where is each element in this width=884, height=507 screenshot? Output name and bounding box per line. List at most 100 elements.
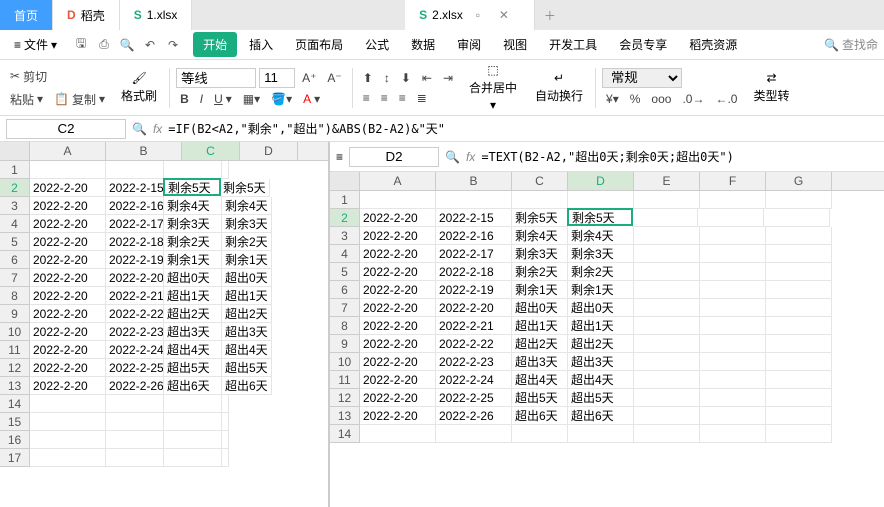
row-header[interactable]: 5 bbox=[330, 263, 360, 281]
cell[interactable]: 超出2天 bbox=[568, 335, 634, 353]
align-mid-icon[interactable]: ↕ bbox=[380, 69, 394, 87]
cell[interactable]: 2022-2-25 bbox=[436, 389, 512, 407]
cell[interactable] bbox=[634, 281, 700, 299]
row-header[interactable]: 13 bbox=[0, 377, 30, 395]
cell[interactable]: 超出3天 bbox=[222, 323, 272, 341]
row-header[interactable]: 9 bbox=[0, 305, 30, 323]
row-header[interactable]: 15 bbox=[0, 413, 30, 431]
cell[interactable]: 2022-2-20 bbox=[360, 209, 436, 227]
cell[interactable]: 2022-2-16 bbox=[106, 197, 164, 215]
type-convert-button[interactable]: ⇄类型转 bbox=[747, 69, 795, 106]
cell[interactable] bbox=[436, 425, 512, 443]
cell[interactable]: 2022-2-18 bbox=[436, 263, 512, 281]
cell[interactable]: 剩余1天 bbox=[512, 281, 568, 299]
cell[interactable]: 超出1天 bbox=[222, 287, 272, 305]
cell[interactable] bbox=[766, 227, 832, 245]
cell[interactable]: 超出4天 bbox=[512, 371, 568, 389]
tab-close-icon[interactable]: ✕ bbox=[494, 5, 514, 25]
cell[interactable]: 2022-2-20 bbox=[30, 287, 106, 305]
col-header[interactable]: A bbox=[360, 172, 436, 190]
menu-icon[interactable]: ≡ bbox=[336, 150, 343, 164]
cell[interactable] bbox=[164, 413, 222, 431]
row-header[interactable]: 10 bbox=[330, 353, 360, 371]
align-bottom-icon[interactable]: ⬇ bbox=[397, 69, 415, 87]
cell[interactable] bbox=[766, 191, 832, 209]
cell[interactable] bbox=[30, 431, 106, 449]
row-header[interactable]: 2 bbox=[0, 179, 30, 197]
cell[interactable] bbox=[634, 317, 700, 335]
cell[interactable]: 超出2天 bbox=[164, 305, 222, 323]
cell[interactable]: 超出5天 bbox=[222, 359, 272, 377]
row-header[interactable]: 13 bbox=[330, 407, 360, 425]
cell[interactable] bbox=[766, 299, 832, 317]
cell[interactable]: 2022-2-20 bbox=[30, 215, 106, 233]
align-top-icon[interactable]: ⬆ bbox=[359, 69, 377, 87]
cell[interactable] bbox=[164, 449, 222, 467]
cell[interactable] bbox=[700, 317, 766, 335]
cell[interactable]: 超出1天 bbox=[568, 317, 634, 335]
cell[interactable]: 2022-2-24 bbox=[436, 371, 512, 389]
cell[interactable]: 超出5天 bbox=[568, 389, 634, 407]
ribbon-tab-formula[interactable]: 公式 bbox=[355, 32, 399, 57]
cell[interactable] bbox=[512, 191, 568, 209]
cell[interactable] bbox=[700, 281, 766, 299]
cell[interactable]: 2022-2-20 bbox=[360, 335, 436, 353]
align-right-icon[interactable]: ≡ bbox=[395, 89, 410, 107]
cell[interactable]: 2022-2-20 bbox=[106, 269, 164, 287]
row-header[interactable]: 12 bbox=[0, 359, 30, 377]
col-header[interactable]: G bbox=[766, 172, 832, 190]
select-all-left[interactable] bbox=[0, 142, 30, 160]
col-header[interactable]: C bbox=[512, 172, 568, 190]
cell[interactable] bbox=[700, 263, 766, 281]
cell[interactable]: 2022-2-26 bbox=[106, 377, 164, 395]
cell[interactable]: 剩余5天 bbox=[220, 179, 270, 197]
cell[interactable]: 2022-2-15 bbox=[106, 179, 164, 197]
cell[interactable]: 2022-2-20 bbox=[360, 263, 436, 281]
col-header[interactable]: F bbox=[700, 172, 766, 190]
cell[interactable]: 超出5天 bbox=[512, 389, 568, 407]
border-button[interactable]: ▦▾ bbox=[239, 90, 264, 108]
cell[interactable] bbox=[634, 425, 700, 443]
dec-decimal-icon[interactable]: ←.0 bbox=[711, 90, 741, 108]
ribbon-tab-dev[interactable]: 开发工具 bbox=[539, 32, 607, 57]
cell[interactable]: 2022-2-22 bbox=[436, 335, 512, 353]
cell[interactable] bbox=[222, 161, 229, 179]
percent-icon[interactable]: % bbox=[626, 90, 645, 108]
cell[interactable] bbox=[764, 209, 830, 227]
cell[interactable]: 超出0天 bbox=[568, 299, 634, 317]
row-header[interactable]: 12 bbox=[330, 389, 360, 407]
row-header[interactable]: 3 bbox=[0, 197, 30, 215]
row-header[interactable]: 5 bbox=[0, 233, 30, 251]
cell[interactable] bbox=[634, 227, 700, 245]
cell[interactable]: 超出6天 bbox=[222, 377, 272, 395]
cell[interactable]: 超出6天 bbox=[512, 407, 568, 425]
cell[interactable] bbox=[568, 425, 634, 443]
cell[interactable]: 2022-2-17 bbox=[436, 245, 512, 263]
ribbon-tab-start[interactable]: 开始 bbox=[193, 32, 237, 57]
cell[interactable]: 2022-2-23 bbox=[106, 323, 164, 341]
cell[interactable] bbox=[766, 317, 832, 335]
cell[interactable] bbox=[634, 245, 700, 263]
cell[interactable] bbox=[30, 413, 106, 431]
row-header[interactable]: 9 bbox=[330, 335, 360, 353]
cell[interactable]: 超出4天 bbox=[568, 371, 634, 389]
ribbon-tab-review[interactable]: 审阅 bbox=[447, 32, 491, 57]
cell[interactable]: 2022-2-20 bbox=[30, 341, 106, 359]
cell[interactable] bbox=[766, 353, 832, 371]
search-box[interactable]: 🔍 查找命 bbox=[824, 36, 878, 53]
cell[interactable] bbox=[632, 209, 698, 227]
file-menu[interactable]: ≡ 文件 ▾ bbox=[6, 34, 65, 55]
cell[interactable]: 剩余4天 bbox=[512, 227, 568, 245]
tab-popout-icon[interactable]: ▫ bbox=[468, 5, 488, 25]
row-header[interactable]: 16 bbox=[0, 431, 30, 449]
cell[interactable] bbox=[634, 191, 700, 209]
zoom-out-icon[interactable]: 🔍 bbox=[132, 122, 147, 136]
cell[interactable]: 2022-2-20 bbox=[360, 353, 436, 371]
cell[interactable] bbox=[222, 431, 229, 449]
cell[interactable]: 2022-2-20 bbox=[360, 371, 436, 389]
row-header[interactable]: 7 bbox=[330, 299, 360, 317]
cell[interactable]: 超出1天 bbox=[512, 317, 568, 335]
ribbon-tab-layout[interactable]: 页面布局 bbox=[285, 32, 353, 57]
fill-color-button[interactable]: 🪣▾ bbox=[267, 90, 296, 108]
cell[interactable] bbox=[698, 209, 764, 227]
